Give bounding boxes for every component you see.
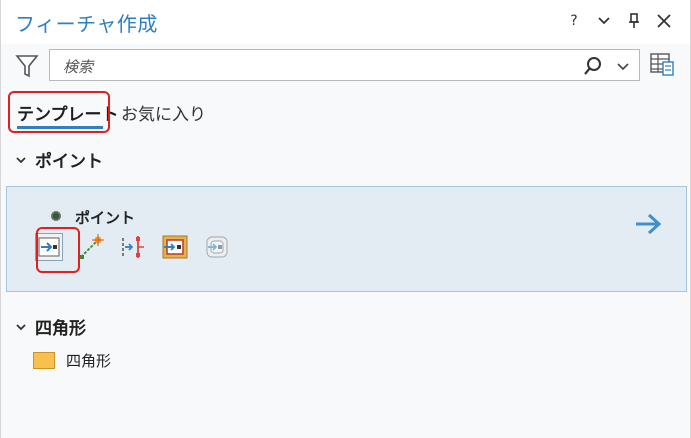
- manage-templates-icon: [650, 53, 674, 76]
- group-header-polygon[interactable]: 四角形: [15, 314, 86, 339]
- point-at-intersection-button[interactable]: [203, 233, 231, 261]
- filter-icon: [15, 55, 39, 78]
- point-along-line-button[interactable]: [119, 233, 147, 261]
- pin-button[interactable]: [626, 10, 642, 32]
- pin-icon: [629, 13, 639, 28]
- title-controls: ?: [566, 10, 672, 32]
- point-symbol-icon: [51, 211, 61, 221]
- point-in-polygon-icon: [162, 235, 188, 259]
- annotation-highlight-tab: [8, 91, 110, 133]
- pane-title: フィーチャ作成: [15, 12, 158, 36]
- point-at-intersection-icon: [206, 236, 228, 258]
- point-at-end-of-line-button[interactable]: [77, 233, 105, 261]
- close-icon: [657, 14, 671, 28]
- search-field[interactable]: 検索: [49, 49, 640, 81]
- group-label: ポイント: [35, 152, 103, 172]
- manage-templates-button[interactable]: [649, 50, 675, 78]
- chevron-down-icon: [598, 17, 610, 25]
- chevron-down-icon: [16, 156, 26, 163]
- create-features-pane: フィーチャ作成 ? 検索 テンプレート お気に入り ポイント ポイント 四角形 …: [0, 0, 691, 438]
- chevron-down-icon: [16, 323, 26, 330]
- help-icon: ?: [570, 13, 578, 29]
- annotation-highlight-tool: [36, 227, 80, 273]
- template-item-polygon[interactable]: 四角形: [66, 350, 111, 371]
- point-in-polygon-button[interactable]: [161, 233, 189, 261]
- search-icon[interactable]: [583, 56, 603, 76]
- chevron-down-icon[interactable]: [615, 58, 631, 74]
- filter-button[interactable]: [15, 53, 39, 79]
- pane-menu-button[interactable]: [596, 10, 612, 32]
- template-name: ポイント: [75, 209, 136, 227]
- tab-favorites[interactable]: お気に入り: [121, 100, 206, 125]
- polygon-symbol-icon: [33, 352, 55, 369]
- point-at-end-of-line-icon: [80, 234, 104, 259]
- search-input[interactable]: 検索: [63, 56, 93, 77]
- help-button[interactable]: ?: [566, 10, 582, 32]
- pane-title-bar: フィーチャ作成 ?: [1, 0, 690, 44]
- arrow-right-icon[interactable]: [634, 213, 662, 235]
- close-button[interactable]: [656, 10, 672, 32]
- template-item-point[interactable]: ポイント: [6, 186, 687, 292]
- point-along-line-icon: [122, 236, 144, 258]
- group-label: 四角形: [35, 319, 86, 339]
- group-header-point[interactable]: ポイント: [15, 147, 103, 172]
